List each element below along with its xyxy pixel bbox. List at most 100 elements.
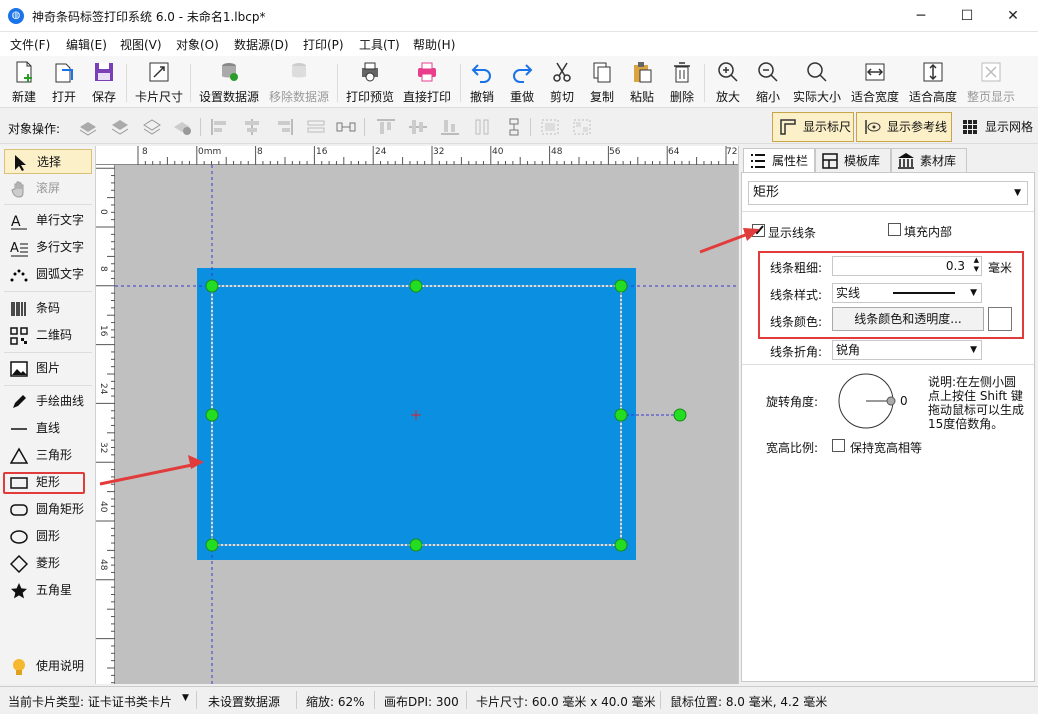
show-line-checkbox[interactable] bbox=[752, 224, 765, 237]
line-color-button[interactable]: 线条颜色和透明度... bbox=[832, 307, 984, 331]
same-height-icon[interactable] bbox=[504, 118, 524, 136]
tab-properties[interactable]: 属性栏 bbox=[743, 148, 815, 172]
same-width-icon[interactable] bbox=[472, 118, 492, 136]
undo-button[interactable]: 撤销 bbox=[466, 60, 498, 106]
maximize-button[interactable]: ☐ bbox=[944, 0, 990, 32]
paste-button[interactable]: 粘贴 bbox=[626, 60, 658, 106]
align-top-icon[interactable] bbox=[376, 118, 396, 136]
direct-print-button[interactable]: 直接打印 bbox=[402, 60, 452, 106]
list-icon bbox=[751, 154, 765, 168]
tool-select[interactable]: 选择 bbox=[4, 149, 92, 174]
tab-templates[interactable]: 模板库 bbox=[815, 148, 891, 172]
resize-handle[interactable] bbox=[205, 408, 219, 422]
group-icon[interactable] bbox=[540, 118, 560, 136]
align-left-icon[interactable] bbox=[210, 118, 230, 136]
keep-aspect-checkbox[interactable] bbox=[832, 439, 845, 452]
zoom-in-button[interactable]: 放大 bbox=[712, 60, 744, 106]
print-preview-button[interactable]: 打印预览 bbox=[344, 60, 396, 106]
actual-size-button[interactable]: 实际大小 bbox=[790, 60, 844, 106]
resize-handle[interactable] bbox=[409, 279, 423, 293]
chevron-down-icon: ▼ bbox=[182, 693, 189, 703]
redo-button[interactable]: 重做 bbox=[506, 60, 538, 106]
tool-qrcode[interactable]: 二维码 bbox=[4, 323, 92, 348]
tool-line[interactable]: 直线 bbox=[4, 416, 92, 441]
fit-width-button[interactable]: 适合宽度 bbox=[848, 60, 902, 106]
send-back-icon[interactable] bbox=[142, 118, 162, 136]
minimize-button[interactable]: ─ bbox=[898, 0, 944, 32]
layer-up-icon[interactable] bbox=[78, 118, 98, 136]
menu-object[interactable]: 对象(O) bbox=[176, 36, 219, 53]
layer-down-icon[interactable] bbox=[172, 118, 192, 136]
distribute-h-icon[interactable] bbox=[306, 118, 326, 136]
rotation-dial[interactable] bbox=[836, 371, 896, 431]
tool-diamond[interactable]: 菱形 bbox=[4, 551, 92, 576]
status-card-size: 卡片尺寸: 60.0 毫米 x 40.0 毫米 bbox=[476, 695, 656, 709]
distribute-v-icon[interactable] bbox=[336, 118, 356, 136]
line-width-input[interactable]: 0.3 ▲ ▼ bbox=[832, 256, 982, 276]
tool-freehand[interactable]: 手绘曲线 bbox=[4, 389, 92, 414]
rotation-handle[interactable] bbox=[673, 408, 687, 422]
resize-handle[interactable] bbox=[614, 538, 628, 552]
tool-circle[interactable]: 圆形 bbox=[4, 524, 92, 549]
menu-help[interactable]: 帮助(H) bbox=[413, 36, 455, 53]
menu-edit[interactable]: 编辑(E) bbox=[66, 36, 107, 53]
tool-single-text[interactable]: A 单行文字 bbox=[4, 208, 92, 233]
tool-scroll[interactable]: 滚屏 bbox=[4, 176, 92, 201]
tool-barcode[interactable]: 条码 bbox=[4, 296, 92, 321]
window-title: 神奇条码标签打印系统 6.0 - 未命名1.lbcp* bbox=[32, 10, 266, 24]
show-ruler-toggle[interactable]: 显示标尺 bbox=[772, 112, 854, 142]
set-datasource-button[interactable]: 设置数据源 bbox=[197, 60, 261, 106]
arrow-cursor-icon bbox=[15, 155, 26, 171]
spinner-icon[interactable]: ▲ ▼ bbox=[974, 256, 979, 274]
tool-round-rect[interactable]: 圆角矩形 bbox=[4, 497, 92, 522]
copy-button[interactable]: 复制 bbox=[586, 60, 618, 106]
resize-handle[interactable] bbox=[205, 279, 219, 293]
fit-page-button[interactable]: 整页显示 bbox=[964, 60, 1018, 106]
fit-height-button[interactable]: 适合高度 bbox=[906, 60, 960, 106]
remove-datasource-button[interactable]: 移除数据源 bbox=[267, 60, 331, 106]
copy-icon bbox=[593, 62, 611, 83]
bring-front-icon[interactable] bbox=[110, 118, 130, 136]
new-button[interactable]: 新建 bbox=[8, 60, 40, 106]
design-canvas[interactable] bbox=[115, 165, 738, 684]
align-middle-icon[interactable] bbox=[408, 118, 428, 136]
save-button[interactable]: 保存 bbox=[88, 60, 120, 106]
object-type-select[interactable]: 矩形 ▼ bbox=[748, 181, 1028, 205]
menu-tools[interactable]: 工具(T) bbox=[359, 36, 400, 53]
resize-handle[interactable] bbox=[614, 279, 628, 293]
card-size-button[interactable]: 卡片尺寸 bbox=[134, 60, 184, 106]
menu-print[interactable]: 打印(P) bbox=[303, 36, 344, 53]
status-card-type[interactable]: 当前卡片类型: 证卡证书类卡片 bbox=[8, 693, 172, 710]
tab-materials[interactable]: 素材库 bbox=[891, 148, 967, 172]
line-corner-select[interactable]: 锐角 ▼ bbox=[832, 340, 982, 360]
line-color-swatch[interactable] bbox=[988, 307, 1012, 331]
align-center-icon[interactable] bbox=[242, 118, 262, 136]
zoom-out-button[interactable]: 缩小 bbox=[752, 60, 784, 106]
resize-handle[interactable] bbox=[205, 538, 219, 552]
tool-multi-text[interactable]: A 多行文字 bbox=[4, 235, 92, 260]
menu-file[interactable]: 文件(F) bbox=[10, 36, 50, 53]
menu-view[interactable]: 视图(V) bbox=[120, 36, 162, 53]
show-grid-toggle[interactable]: 显示网格 bbox=[954, 112, 1034, 142]
tool-image[interactable]: 图片 bbox=[4, 356, 92, 381]
ungroup-icon[interactable] bbox=[572, 118, 592, 136]
line-style-select[interactable]: 实线 ▼ bbox=[832, 283, 982, 303]
fill-inside-checkbox[interactable] bbox=[888, 223, 901, 236]
menu-datasource[interactable]: 数据源(D) bbox=[234, 36, 289, 53]
delete-button[interactable]: 删除 bbox=[666, 60, 698, 106]
open-button[interactable]: 打开 bbox=[48, 60, 80, 106]
ruler-label: 24 bbox=[375, 147, 387, 157]
tool-triangle[interactable]: 三角形 bbox=[4, 443, 92, 468]
rotation-label: 旋转角度: bbox=[766, 395, 819, 409]
tool-star[interactable]: 五角星 bbox=[4, 578, 92, 603]
align-right-icon[interactable] bbox=[274, 118, 294, 136]
show-guides-toggle[interactable]: 显示参考线 bbox=[856, 112, 952, 142]
help-button[interactable]: 使用说明 bbox=[4, 654, 92, 679]
tool-arc-text[interactable]: 圆弧文字 bbox=[4, 262, 92, 287]
cut-button[interactable]: 剪切 bbox=[546, 60, 578, 106]
close-button[interactable]: ✕ bbox=[990, 0, 1036, 32]
globe-icon: ◍ bbox=[8, 8, 24, 24]
resize-handle[interactable] bbox=[614, 408, 628, 422]
resize-handle[interactable] bbox=[409, 538, 423, 552]
align-bottom-icon[interactable] bbox=[440, 118, 460, 136]
